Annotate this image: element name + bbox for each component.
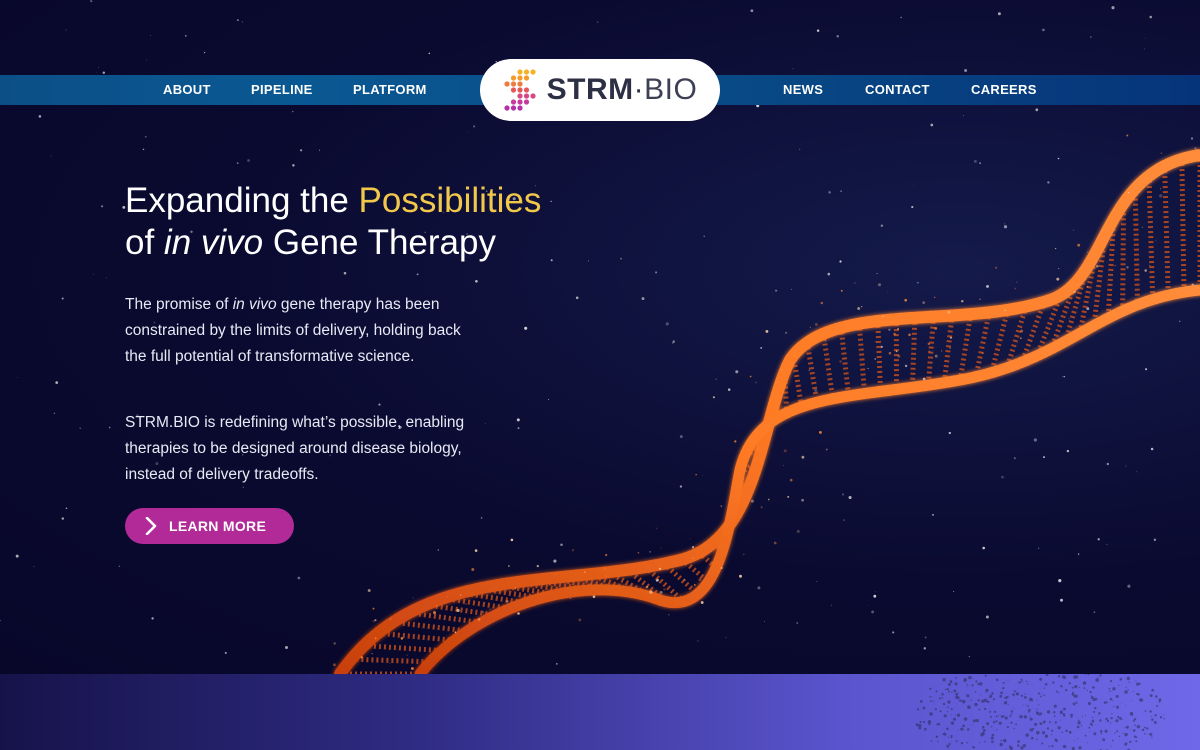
nav-link-careers[interactable]: CAREERS	[971, 75, 1037, 105]
chevron-right-icon	[145, 517, 157, 535]
headline-text: Gene Therapy	[263, 223, 496, 262]
nav-link-about[interactable]: ABOUT	[163, 75, 211, 105]
particle-cloud-decoration	[915, 674, 1165, 750]
nav-link-platform[interactable]: PLATFORM	[353, 75, 427, 105]
headline-text: of	[125, 223, 164, 262]
nav-link-contact[interactable]: CONTACT	[865, 75, 930, 105]
para-text: The promise of	[125, 296, 233, 313]
headline-text: Expanding the	[125, 181, 359, 220]
nav-link-pipeline[interactable]: PIPELINE	[251, 75, 313, 105]
headline-accent: Possibilities	[358, 181, 542, 220]
dotted-s-icon	[504, 69, 536, 111]
hero-paragraph-2: STRM.BIO is redefining what’s possible, …	[125, 414, 465, 483]
next-section-band	[0, 674, 1200, 750]
para-italic: in vivo	[232, 296, 277, 313]
logo-dot: ·	[633, 73, 645, 106]
nav-link-news[interactable]: NEWS	[783, 75, 823, 105]
hero-headline: Expanding the Possibilities of in vivo G…	[125, 180, 645, 264]
site-logo[interactable]: STRM·BIO	[480, 59, 720, 121]
logo-bio: BIO	[644, 73, 698, 106]
logo-wordmark: STRM·BIO	[547, 73, 698, 107]
learn-more-button[interactable]: LEARN MORE	[125, 508, 294, 544]
logo-strm: STRM	[546, 73, 634, 106]
headline-italic: in vivo	[163, 223, 264, 262]
hero-paragraph-1: The promise of in vivo gene therapy has …	[125, 292, 485, 370]
learn-more-label: LEARN MORE	[169, 518, 267, 534]
